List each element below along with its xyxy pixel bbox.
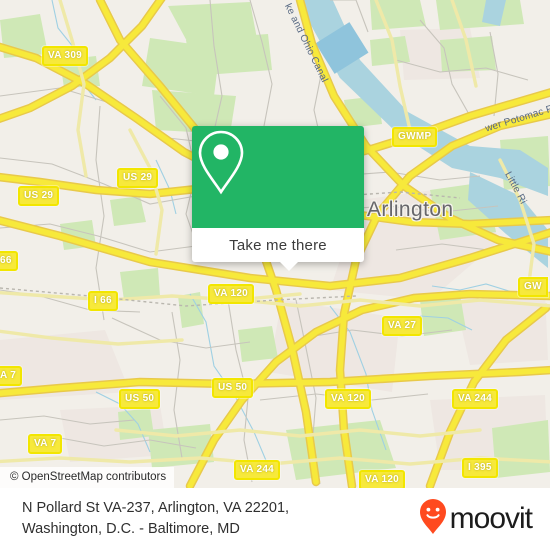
moovit-pin-smiley-icon xyxy=(418,498,448,541)
shield-i-66[interactable]: I 66 xyxy=(88,291,118,311)
footer-bar: N Pollard St VA-237, Arlington, VA 22201… xyxy=(0,488,550,550)
address-line-2: Washington, D.C. - Baltimore, MD xyxy=(22,521,240,537)
shield-us-50-b[interactable]: US 50 xyxy=(119,389,161,409)
shield-us-29-a[interactable]: US 29 xyxy=(117,168,159,188)
shield-us-29-b[interactable]: US 29 xyxy=(18,186,60,206)
location-popup-card[interactable]: Take me there xyxy=(192,126,364,262)
moovit-logo[interactable]: moovit xyxy=(418,498,533,541)
take-me-there-label: Take me there xyxy=(229,236,327,254)
shield-i-395[interactable]: I 395 xyxy=(462,458,498,478)
take-me-there-button[interactable]: Take me there xyxy=(192,228,364,262)
shield-va-309[interactable]: VA 309 xyxy=(42,46,89,66)
popup-pointer-tail xyxy=(278,260,300,271)
shield-va-27[interactable]: VA 27 xyxy=(382,316,423,336)
map-canvas[interactable]: Arlington wer Potomac R Little Ri ke and… xyxy=(0,0,550,488)
shield-va-120-a[interactable]: VA 120 xyxy=(208,284,255,304)
shield-i-66-clipped[interactable]: 66 xyxy=(0,251,18,271)
shield-us-50-a[interactable]: US 50 xyxy=(212,378,254,398)
moovit-wordmark: moovit xyxy=(449,502,533,535)
shield-va-7-clipped[interactable]: A 7 xyxy=(0,366,23,386)
shield-va-120-b[interactable]: VA 120 xyxy=(325,389,372,409)
popup-marker-area xyxy=(192,126,364,228)
shield-va-244-b[interactable]: VA 244 xyxy=(234,460,281,480)
shield-gwmp[interactable]: GWMP xyxy=(392,127,438,147)
shield-va-7[interactable]: VA 7 xyxy=(28,434,63,454)
shield-va-120-c[interactable]: VA 120 xyxy=(359,470,406,488)
shield-gw-clipped[interactable]: GW xyxy=(518,277,548,297)
shield-va-244-a[interactable]: VA 244 xyxy=(452,389,499,409)
osm-attribution[interactable]: © OpenStreetMap contributors xyxy=(0,467,175,488)
place-label-arlington: Arlington xyxy=(367,198,454,221)
address-line-1: N Pollard St VA-237, Arlington, VA 22201… xyxy=(22,500,290,516)
moovit-map-share-card: Arlington wer Potomac R Little Ri ke and… xyxy=(0,0,550,550)
address-text: N Pollard St VA-237, Arlington, VA 22201… xyxy=(22,498,289,540)
